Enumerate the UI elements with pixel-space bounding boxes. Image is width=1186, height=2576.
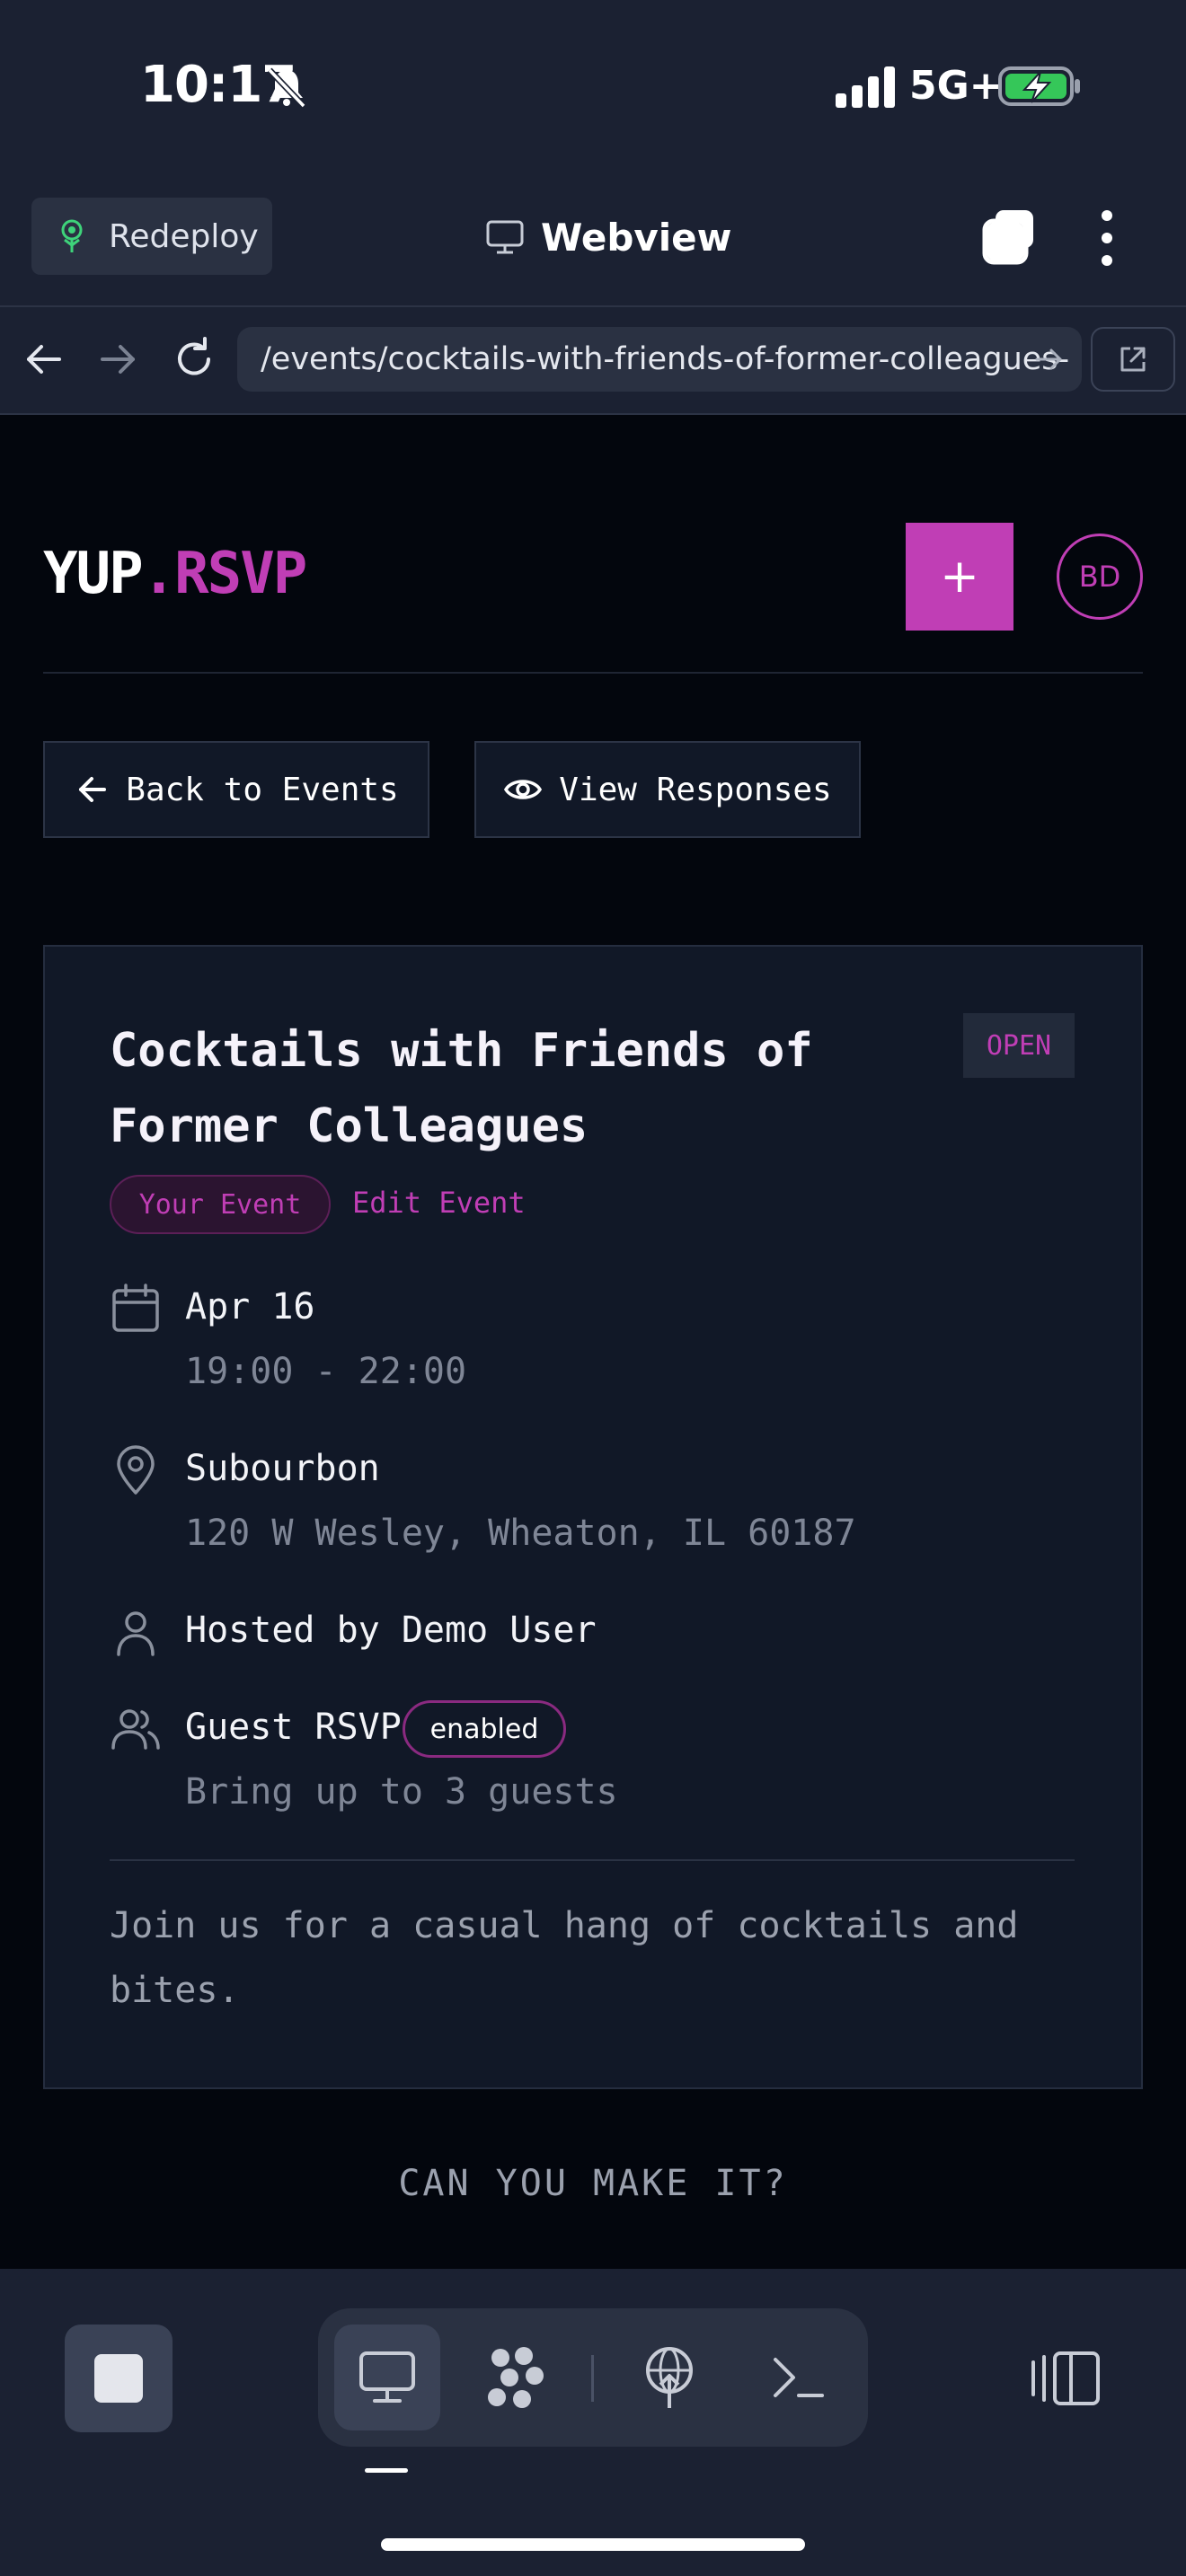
webview-mode-button[interactable] bbox=[334, 2325, 440, 2430]
tabs-icon[interactable] bbox=[979, 205, 1042, 268]
network-label: 5G+ bbox=[909, 63, 1003, 109]
event-host: Hosted by Demo User bbox=[185, 1610, 597, 1651]
redeploy-label: Redeploy bbox=[109, 217, 259, 255]
event-venue: Subourbon bbox=[185, 1448, 380, 1489]
calendar-icon bbox=[112, 1284, 159, 1332]
url-input[interactable]: /events/cocktails-with-friends-of-former… bbox=[237, 327, 1082, 392]
event-description: Join us for a casual hang of cocktails a… bbox=[110, 1905, 1019, 2011]
user-avatar[interactable]: BD bbox=[1057, 534, 1143, 620]
go-arrow-icon[interactable] bbox=[1031, 341, 1067, 377]
active-mode-indicator bbox=[365, 2468, 408, 2473]
swirl-icon bbox=[488, 2347, 544, 2408]
status-badge: OPEN bbox=[963, 1013, 1075, 1078]
terminal-icon bbox=[774, 2358, 824, 2397]
monitor-icon bbox=[359, 2351, 415, 2403]
view-responses-label: View Responses bbox=[559, 771, 832, 808]
monitor-icon bbox=[486, 220, 524, 254]
stop-button[interactable] bbox=[65, 2325, 173, 2432]
user-icon bbox=[117, 1611, 155, 1656]
agent-mode-button[interactable] bbox=[464, 2325, 570, 2430]
arrow-left-icon bbox=[79, 777, 107, 802]
location-pin-icon bbox=[117, 1445, 155, 1495]
event-address: 120 W Wesley, Wheaton, IL 60187 bbox=[185, 1513, 856, 1554]
back-to-events-label: Back to Events bbox=[126, 771, 399, 808]
reload-icon[interactable] bbox=[169, 334, 219, 384]
battery-charging-icon bbox=[998, 66, 1080, 106]
webview-title: Webview bbox=[485, 212, 731, 262]
view-responses-button[interactable]: View Responses bbox=[474, 741, 861, 838]
guest-limit: Bring up to 3 guests bbox=[185, 1771, 618, 1813]
forward-arrow-icon[interactable] bbox=[93, 334, 144, 384]
card-divider bbox=[110, 1859, 1075, 1861]
header-divider bbox=[43, 672, 1143, 674]
create-event-button[interactable]: + bbox=[906, 523, 1013, 631]
external-link-icon bbox=[1120, 347, 1146, 372]
tree-icon bbox=[61, 219, 83, 252]
logo-text: YUP bbox=[43, 541, 144, 607]
back-to-events-button[interactable]: Back to Events bbox=[43, 741, 429, 838]
edit-event-link[interactable]: Edit Event bbox=[352, 1186, 526, 1220]
your-event-badge: Your Event bbox=[110, 1175, 331, 1234]
stop-icon bbox=[94, 2354, 143, 2403]
mode-separator bbox=[591, 2355, 594, 2402]
app-logo[interactable]: YUP.RSVP bbox=[43, 541, 308, 607]
deploy-mode-button[interactable] bbox=[616, 2325, 722, 2430]
more-options-icon[interactable] bbox=[1091, 207, 1123, 269]
users-icon bbox=[111, 1709, 160, 1750]
eye-icon bbox=[504, 780, 543, 799]
home-indicator bbox=[381, 2538, 805, 2551]
event-time: 19:00 - 22:00 bbox=[185, 1351, 467, 1392]
signal-icon bbox=[836, 66, 895, 108]
logo-suffix: .RSVP bbox=[141, 541, 308, 607]
open-external-button[interactable] bbox=[1091, 327, 1175, 392]
panel-toggle-icon[interactable] bbox=[1030, 2350, 1103, 2407]
guest-rsvp-label: Guest RSVP bbox=[185, 1707, 402, 1748]
back-arrow-icon[interactable] bbox=[18, 334, 68, 384]
guest-rsvp-badge: enabled bbox=[403, 1700, 566, 1758]
webview-title-text: Webview bbox=[541, 215, 732, 260]
redeploy-button[interactable]: Redeploy bbox=[31, 198, 272, 275]
terminal-mode-button[interactable] bbox=[746, 2325, 852, 2430]
event-date: Apr 16 bbox=[185, 1286, 315, 1328]
globe-upload-icon bbox=[646, 2347, 693, 2408]
event-title: Cocktails with Friends of Former Colleag… bbox=[110, 1024, 813, 1153]
bell-muted-icon bbox=[267, 67, 306, 109]
rsvp-question: CAN YOU MAKE IT? bbox=[398, 2163, 788, 2204]
